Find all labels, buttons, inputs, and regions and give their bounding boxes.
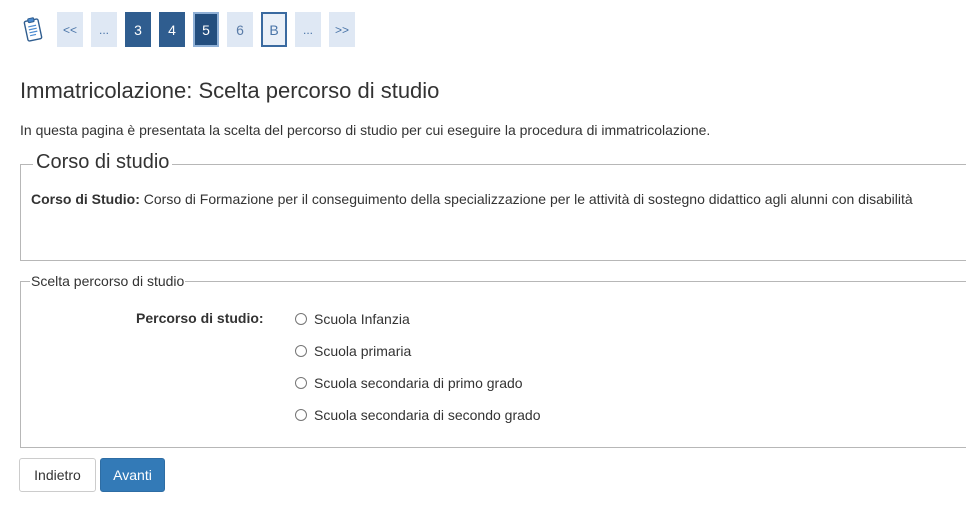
stepper-prev-ellipsis[interactable]: ... [91,12,117,47]
study-path-radio-group: Scuola Infanzia Scuola primaria Scuola s… [295,309,541,437]
radio-option-label[interactable]: Scuola secondaria di secondo grado [314,405,541,425]
radio-button[interactable] [295,377,307,389]
page-intro-text: In questa pagina è presentata la scelta … [20,122,711,138]
stepper: << ... 3 4 5 6 B ... >> [20,12,363,47]
stepper-last-button[interactable]: >> [329,12,355,47]
stepper-step-5-current[interactable]: 5 [193,12,219,47]
clipboard-checklist-icon [20,15,46,45]
stepper-first-button[interactable]: << [57,12,83,47]
radio-option-label[interactable]: Scuola secondaria di primo grado [314,373,523,393]
radio-button[interactable] [295,409,307,421]
radio-option-label[interactable]: Scuola primaria [314,341,411,361]
stepper-step-4[interactable]: 4 [159,12,185,47]
stepper-step-6[interactable]: 6 [227,12,253,47]
radio-option-label[interactable]: Scuola Infanzia [314,309,410,329]
radio-option-secondaria-secondo-grado[interactable]: Scuola secondaria di secondo grado [295,405,541,437]
back-button[interactable]: Indietro [19,458,96,492]
next-button[interactable]: Avanti [100,458,165,492]
stepper-step-b[interactable]: B [261,12,287,47]
radio-button[interactable] [295,345,307,357]
course-fieldset-legend: Corso di studio [33,151,173,174]
course-fieldset: Corso di studio Corso di Studio: Corso d… [20,151,966,261]
radio-option-secondaria-primo-grado[interactable]: Scuola secondaria di primo grado [295,373,541,405]
study-path-fieldset-legend: Scelta percorso di studio [30,273,186,289]
radio-option-scuola-primaria[interactable]: Scuola primaria [295,341,541,373]
radio-option-scuola-infanzia[interactable]: Scuola Infanzia [295,309,541,341]
page: << ... 3 4 5 6 B ... >> Immatricolazione… [0,0,966,510]
radio-button[interactable] [295,313,307,325]
study-path-fieldset: Scelta percorso di studio Percorso di st… [20,273,966,448]
stepper-next-ellipsis[interactable]: ... [295,12,321,47]
course-label: Corso di Studio: [31,191,140,207]
course-info: Corso di Studio: Corso di Formazione per… [31,191,913,207]
page-title: Immatricolazione: Scelta percorso di stu… [20,78,440,103]
stepper-step-3[interactable]: 3 [125,12,151,47]
course-value: Corso di Formazione per il conseguimento… [143,191,913,207]
study-path-label: Percorso di studio: [136,310,264,326]
